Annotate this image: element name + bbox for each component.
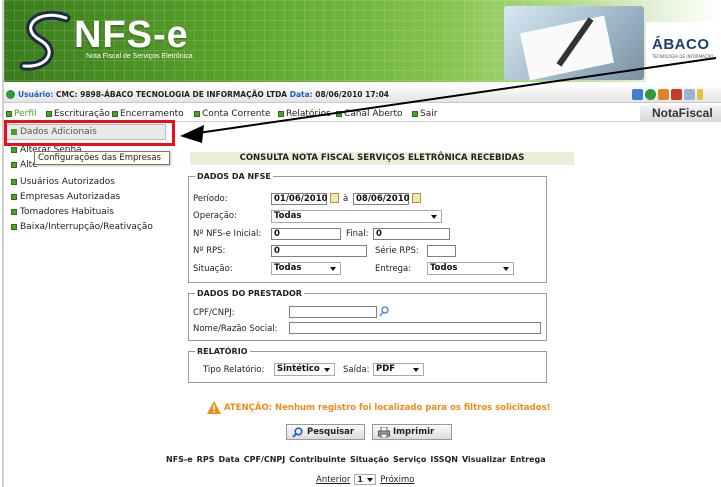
annotation-arrow xyxy=(180,57,717,143)
